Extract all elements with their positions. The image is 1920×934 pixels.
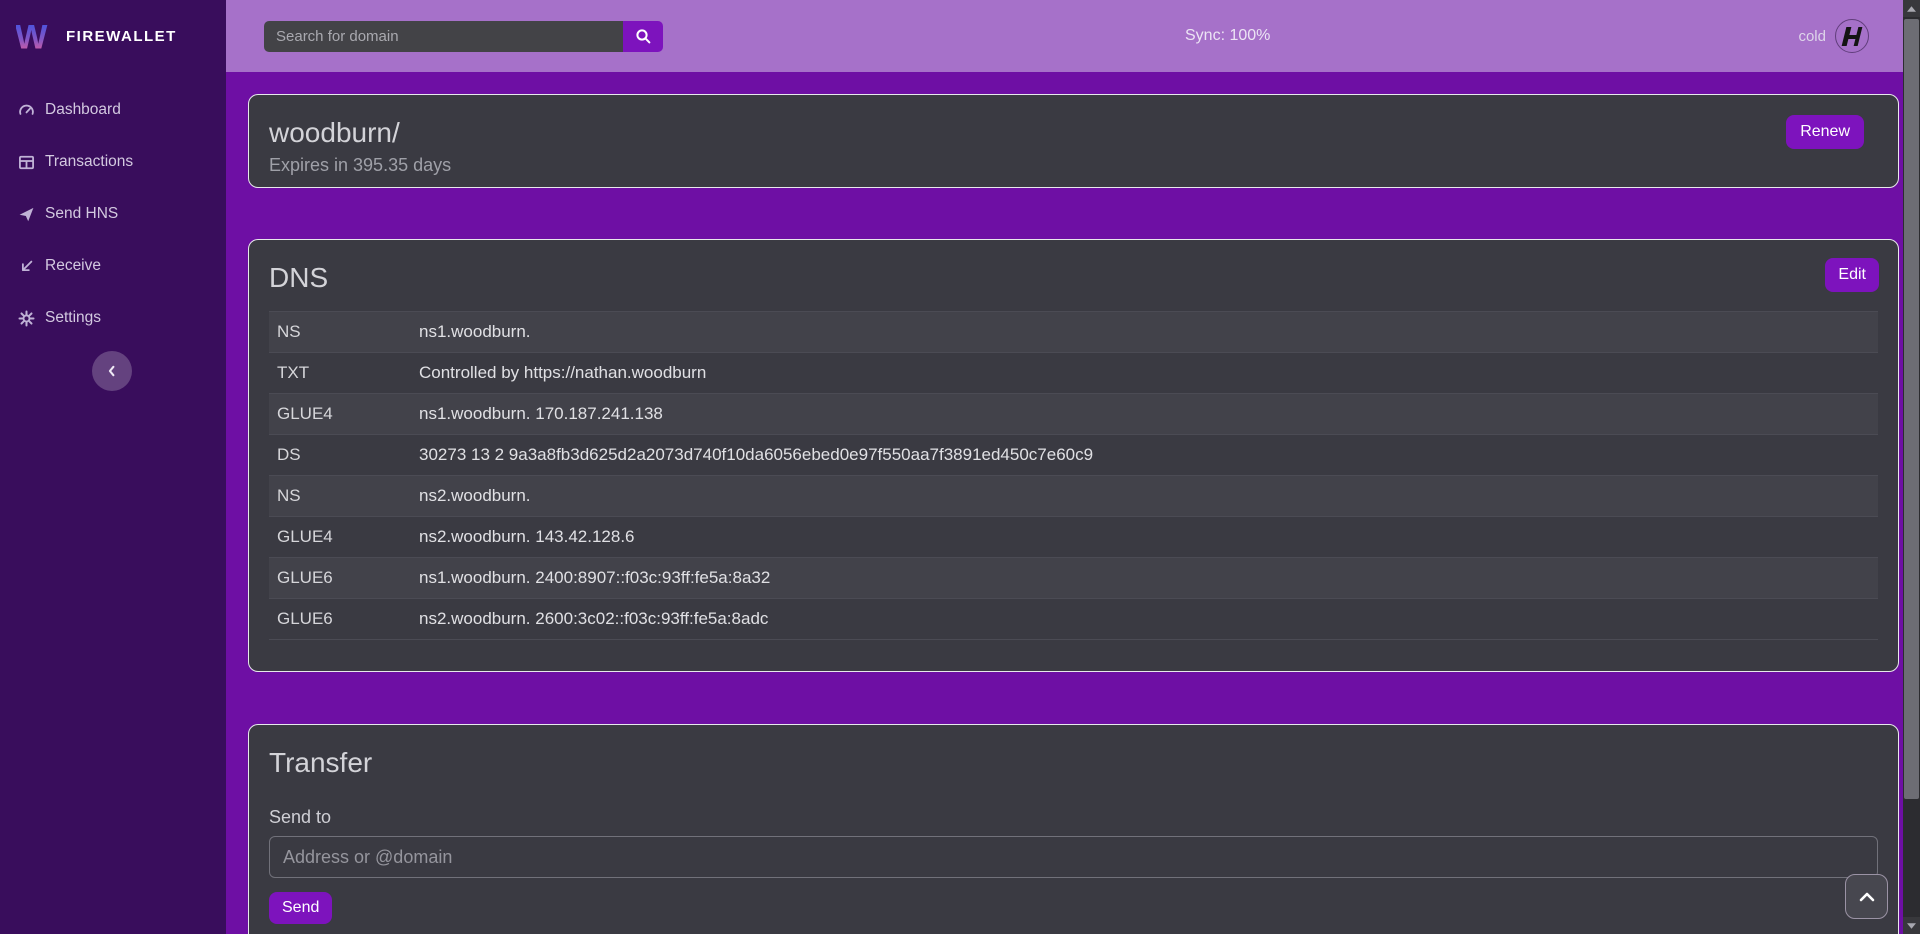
record-type: GLUE6: [269, 599, 411, 640]
settings-icon: [18, 310, 35, 327]
record-value: 30273 13 2 9a3a8fb3d625d2a2073d740f10da6…: [411, 435, 1878, 476]
svg-text:W: W: [16, 18, 48, 55]
record-value: ns2.woodburn. 2600:3c02::f03c:93ff:fe5a:…: [411, 599, 1878, 640]
renew-button[interactable]: Renew: [1786, 115, 1864, 149]
table-row: TXT Controlled by https://nathan.woodbur…: [269, 353, 1878, 394]
send-icon: [18, 206, 35, 223]
table-row: DS 30273 13 2 9a3a8fb3d625d2a2073d740f10…: [269, 435, 1878, 476]
handshake-wallet-icon[interactable]: [1835, 19, 1869, 53]
chevron-up-icon: [1858, 891, 1876, 903]
sidebar-item-label: Send HNS: [45, 205, 118, 223]
send-button[interactable]: Send: [269, 892, 332, 924]
table-row: NS ns1.woodburn.: [269, 312, 1878, 353]
transfer-title: Transfer: [269, 743, 1878, 783]
table-row: GLUE6 ns1.woodburn. 2400:8907::f03c:93ff…: [269, 558, 1878, 599]
firewallet-logo-icon: W: [16, 17, 54, 55]
domain-title: woodburn/: [269, 113, 1878, 153]
sidebar-item-label: Settings: [45, 309, 101, 327]
table-row: GLUE4 ns1.woodburn. 170.187.241.138: [269, 394, 1878, 435]
record-value: ns2.woodburn.: [411, 476, 1878, 517]
record-value: ns1.woodburn. 170.187.241.138: [411, 394, 1878, 435]
domain-search: [264, 21, 663, 52]
main-panel: woodburn/ Expires in 395.35 days Renew D…: [226, 72, 1920, 934]
record-type: NS: [269, 312, 411, 353]
record-type: GLUE6: [269, 558, 411, 599]
dashboard-icon: [18, 102, 35, 119]
sidebar-item-settings[interactable]: Settings: [0, 292, 226, 344]
record-value: ns1.woodburn. 2400:8907::f03c:93ff:fe5a:…: [411, 558, 1878, 599]
scrollbar-thumb[interactable]: [1904, 19, 1919, 799]
record-type: DS: [269, 435, 411, 476]
record-value: ns2.woodburn. 143.42.128.6: [411, 517, 1878, 558]
record-type: GLUE4: [269, 394, 411, 435]
dns-records-table: NS ns1.woodburn. TXT Controlled by https…: [269, 311, 1878, 640]
sidebar-item-label: Receive: [45, 257, 101, 275]
sync-status: Sync: 100%: [1185, 27, 1270, 45]
table-row: GLUE6 ns2.woodburn. 2600:3c02::f03c:93ff…: [269, 599, 1878, 640]
sidebar-item-dashboard[interactable]: Dashboard: [0, 84, 226, 136]
transfer-card: Transfer Send to Send: [248, 724, 1899, 934]
sidebar: W FIREWALLET Dashboard Transactions Send…: [0, 0, 226, 934]
record-value: Controlled by https://nathan.woodburn: [411, 353, 1878, 394]
triangle-up-icon: [1907, 6, 1916, 12]
search-button[interactable]: [623, 21, 663, 52]
domain-expiry: Expires in 395.35 days: [269, 155, 1878, 176]
table-row: NS ns2.woodburn.: [269, 476, 1878, 517]
brand-name: FIREWALLET: [66, 28, 177, 45]
wallet-cluster: cold: [1798, 0, 1869, 72]
receive-icon: [18, 258, 35, 275]
transactions-icon: [18, 154, 35, 171]
chevron-left-icon: [105, 364, 119, 378]
search-icon: [635, 28, 652, 45]
edit-button[interactable]: Edit: [1825, 258, 1879, 292]
sidebar-item-receive[interactable]: Receive: [0, 240, 226, 292]
dns-title: DNS: [269, 258, 1878, 298]
table-row: GLUE4 ns2.woodburn. 143.42.128.6: [269, 517, 1878, 558]
vertical-scrollbar[interactable]: [1903, 0, 1920, 934]
sidebar-item-transactions[interactable]: Transactions: [0, 136, 226, 188]
record-type: TXT: [269, 353, 411, 394]
handshake-h-glyph: [1841, 27, 1864, 46]
record-value: ns1.woodburn.: [411, 312, 1878, 353]
sidebar-collapse-button[interactable]: [92, 351, 132, 391]
sidebar-nav: Dashboard Transactions Send HNS Receive: [0, 72, 226, 344]
topbar: Sync: 100% cold: [226, 0, 1920, 72]
triangle-down-icon: [1907, 923, 1916, 929]
domain-card: woodburn/ Expires in 395.35 days Renew: [248, 94, 1899, 188]
dns-card: DNS Edit NS ns1.woodburn. TXT Controlled…: [248, 239, 1899, 672]
wallet-name: cold: [1798, 28, 1826, 45]
app-logo: W FIREWALLET: [0, 0, 226, 72]
scrollbar-down-arrow[interactable]: [1903, 917, 1920, 934]
send-to-label: Send to: [269, 807, 1878, 828]
recipient-input[interactable]: [269, 836, 1878, 878]
record-type: GLUE4: [269, 517, 411, 558]
sidebar-item-label: Transactions: [45, 153, 133, 171]
content-area: Sync: 100% cold woodburn/ Expires in 395…: [226, 0, 1920, 934]
sidebar-item-send-hns[interactable]: Send HNS: [0, 188, 226, 240]
record-type: NS: [269, 476, 411, 517]
sidebar-item-label: Dashboard: [45, 101, 121, 119]
scrollbar-up-arrow[interactable]: [1903, 0, 1920, 17]
scroll-to-top-button[interactable]: [1845, 874, 1888, 919]
search-input[interactable]: [264, 21, 623, 52]
